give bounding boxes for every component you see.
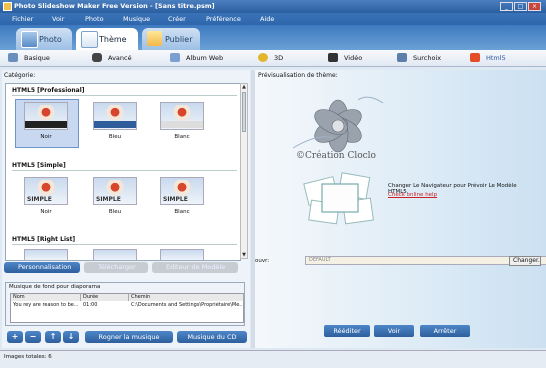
menu-fichier[interactable]: Fichier (12, 15, 33, 23)
menu-aide[interactable]: Aide (260, 15, 274, 23)
theme-thumb-pro-noir[interactable] (24, 102, 68, 130)
section-divider (12, 170, 237, 171)
cd-music-button[interactable]: Musique du CD (177, 331, 247, 343)
music-table[interactable]: Nom Durée Chemin You rey are reason to b… (10, 293, 244, 323)
subtab-album-web[interactable]: Album Web (170, 52, 240, 64)
browser-label: ouvr: (255, 258, 270, 264)
music-row-duration[interactable]: 01:00 (83, 302, 123, 308)
maximize-button[interactable]: □ (514, 2, 527, 11)
col-nom[interactable]: Nom (11, 294, 81, 301)
preview-label: Prévisualisation de thème: (258, 72, 338, 79)
menu-voir[interactable]: Voir (52, 15, 64, 23)
preview-controls: Rééditer Voir Arrêter (320, 325, 480, 337)
template-editor-button[interactable]: Editeur de Modèle (152, 262, 238, 273)
menu-bar: Fichier Voir Photo Musique Créer Préfére… (0, 13, 546, 25)
tab-theme[interactable]: Thème (76, 28, 138, 50)
section-divider (12, 95, 237, 96)
theme-list[interactable]: HTML5 [Professional] Noir Bleu Blanc HTM… (5, 83, 241, 261)
subtab-html5[interactable]: Html5 (470, 52, 525, 64)
theme-thumb-right-list-2[interactable] (93, 249, 137, 260)
download-button[interactable]: Télécharger (84, 262, 148, 273)
theme-thumb-right-list-3[interactable] (160, 249, 204, 260)
tab-publier[interactable]: Publier (142, 28, 200, 50)
theme-caption: Bleu (108, 134, 122, 140)
view-button[interactable]: Voir (374, 325, 414, 337)
music-toolbar: + − ↑ ↓ Rogner la musique Musique du CD (5, 331, 247, 344)
section-title: HTML5 [Professional] (12, 87, 85, 94)
theme-thumb-pro-bleu[interactable] (93, 102, 137, 130)
music-legend: Musique de fond pour diaporama (9, 284, 101, 290)
move-down-button[interactable]: ↓ (63, 331, 79, 343)
move-up-button[interactable]: ↑ (45, 331, 61, 343)
theme-icon (81, 31, 98, 48)
menu-creer[interactable]: Créer (168, 15, 186, 23)
subtab-3d[interactable]: 3D (258, 52, 298, 64)
section-divider (12, 244, 237, 245)
subtab-avance[interactable]: Avancé (92, 52, 152, 64)
window-title: Photo Slideshow Maker Free Version - [Sa… (14, 2, 215, 10)
remove-music-button[interactable]: − (25, 331, 41, 343)
change-browser-button[interactable]: Changer. (509, 256, 541, 266)
theme-caption: Bleu (108, 209, 122, 215)
surchoix-icon (397, 53, 407, 62)
menu-preference[interactable]: Préférence (206, 15, 241, 23)
col-duree[interactable]: Durée (81, 294, 129, 301)
menu-photo[interactable]: Photo (85, 15, 104, 23)
theme-thumb-pro-blanc[interactable] (160, 102, 204, 130)
theme-buttons: Personnalisation Télécharger Editeur de … (2, 262, 250, 275)
replay-button[interactable]: Rééditer (324, 325, 370, 337)
close-button[interactable]: × (528, 2, 541, 11)
brand-text: ©Création Cloclo (296, 151, 376, 161)
basic-icon (8, 53, 18, 62)
online-help-link[interactable]: Check online help (388, 192, 437, 198)
theme-caption: Noir (40, 134, 52, 140)
theme-thumb-simple-noir[interactable]: SIMPLE (24, 177, 68, 205)
subtab-video[interactable]: Vidéo (328, 52, 378, 64)
title-bar: Photo Slideshow Maker Free Version - [Sa… (0, 0, 546, 13)
trim-music-button[interactable]: Rogner la musique (85, 331, 173, 343)
theme-caption: Blanc (174, 209, 190, 215)
theme-thumb-right-list-1[interactable] (24, 249, 68, 260)
menu-musique[interactable]: Musique (123, 15, 150, 23)
main-tabs: Photo Thème Publier (0, 25, 546, 50)
music-row-path[interactable]: C:\Documents and Settings\Propriétaire\M… (131, 302, 243, 308)
3d-icon (258, 53, 268, 62)
music-row-name[interactable]: You rey are reason to be... (13, 302, 81, 308)
stop-button[interactable]: Arrêter (420, 325, 470, 337)
personalize-button[interactable]: Personnalisation (4, 262, 80, 273)
theme-caption: Blanc (174, 134, 190, 140)
flower-logo (292, 96, 384, 153)
subtab-surchoix[interactable]: Surchoix (397, 52, 452, 64)
scroll-down-icon[interactable]: ▼ (241, 252, 247, 258)
photo-icon (21, 31, 38, 48)
images-total: Images totales: 6 (4, 354, 52, 360)
col-chemin[interactable]: Chemin (129, 294, 244, 301)
web-album-icon (170, 53, 180, 62)
photo-stack-graphic (303, 172, 374, 225)
add-music-button[interactable]: + (7, 331, 23, 343)
film-icon (328, 53, 338, 62)
subtab-basique[interactable]: Basique (8, 52, 68, 64)
publish-icon (147, 31, 162, 46)
section-title: HTML5 [Simple] (12, 162, 66, 169)
scroll-up-icon[interactable]: ▲ (241, 84, 247, 90)
theme-thumb-simple-blanc[interactable]: SIMPLE (160, 177, 204, 205)
html5-icon (470, 53, 480, 62)
section-title: HTML5 [Right List] (12, 236, 76, 243)
theme-thumb-simple-bleu[interactable]: SIMPLE (93, 177, 137, 205)
app-icon (3, 2, 12, 11)
tab-photo[interactable]: Photo (16, 28, 72, 50)
theme-caption: Noir (40, 209, 52, 215)
theme-list-scrollbar[interactable]: ▲ ▼ (240, 83, 248, 259)
browser-row: ouvr: DEFAULT Changer. (255, 255, 546, 267)
category-label: Catégorie: (4, 72, 36, 79)
theme-category-toolbar: Basique Avancé Album Web 3D Vidéo Surcho… (0, 50, 546, 67)
camera-icon (92, 53, 102, 62)
status-bar: Images totales: 6 (0, 350, 546, 368)
scroll-thumb[interactable] (242, 92, 246, 132)
minimize-button[interactable]: _ (500, 2, 513, 11)
